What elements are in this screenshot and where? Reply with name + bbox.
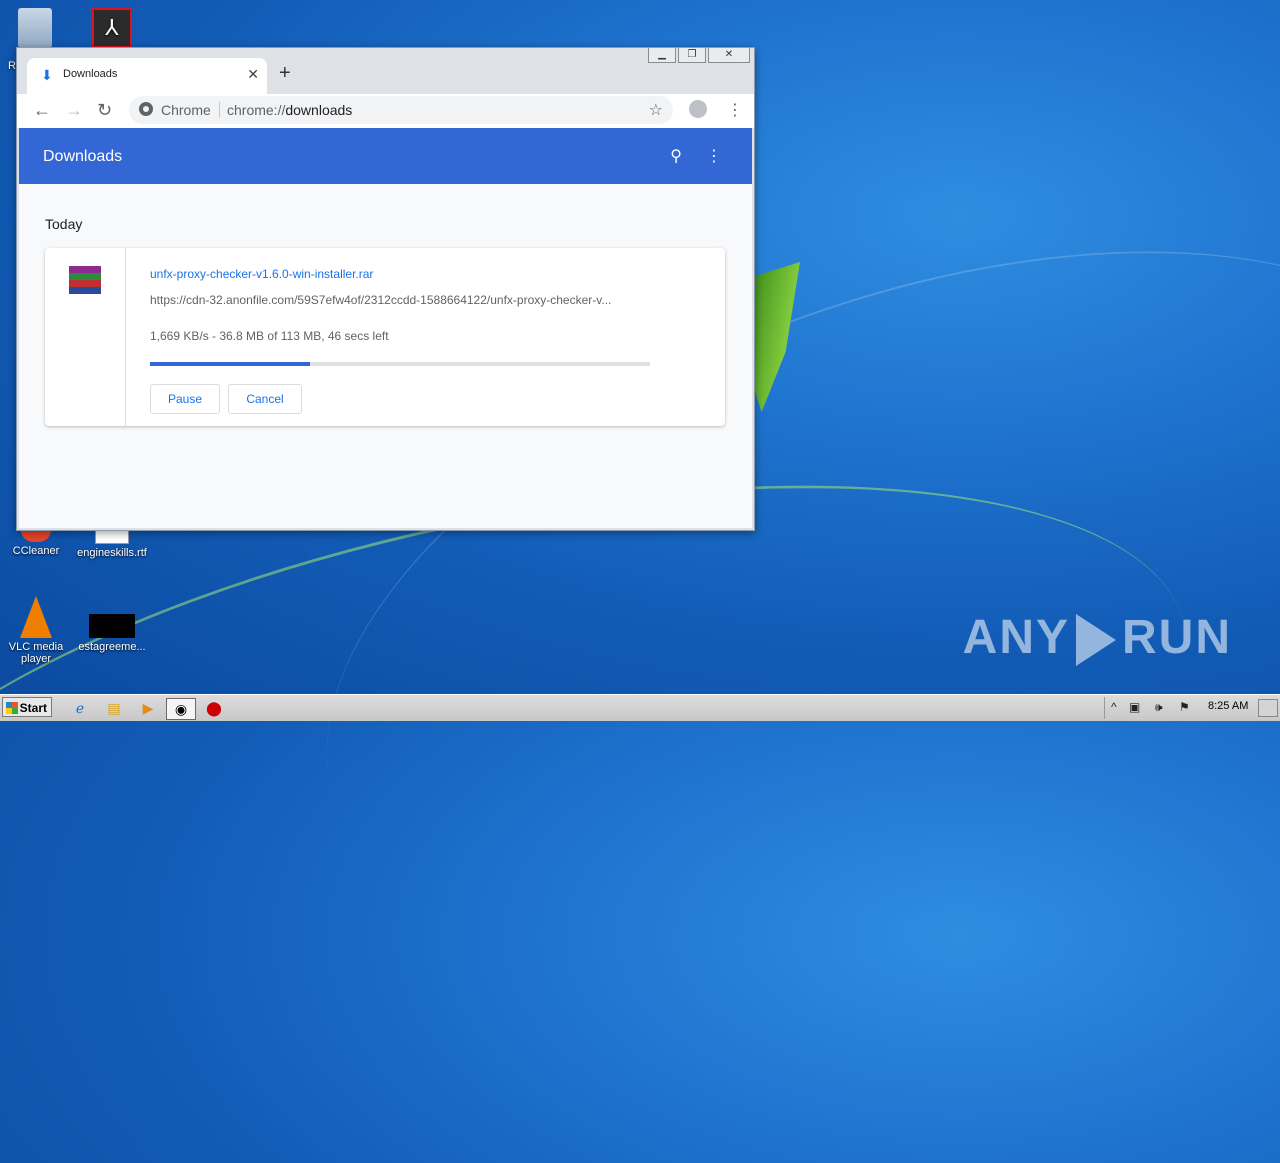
tab-downloads[interactable]: ⬇ Downloads ✕ [27,58,267,94]
media-player-icon[interactable]: ▶ [138,698,158,718]
download-source-url: https://cdn-32.anonfile.com/59S7efw4of/2… [150,293,612,307]
url-scheme: chrome:// [227,102,286,118]
file-thumbnail-icon [89,614,135,638]
vlc-cone-icon [20,596,52,638]
back-button[interactable]: ← [33,100,51,121]
chrome-site-icon [139,102,153,116]
download-icon: ⬇ [41,67,53,83]
flag-icon[interactable]: ⚑ [1179,700,1190,714]
desktop-icon-label: estagreeme... [78,641,146,653]
download-file-name-link[interactable]: unfx-proxy-checker-v1.6.0-win-installer.… [150,267,373,281]
bookmark-star-icon[interactable]: ☆ [649,100,663,120]
file-icon-column [45,248,126,426]
taskbar: Start ℯ ▤ ▶ ◉ ⬤ ^ ▣ 🕪 ⚑ 8:25 AM [0,694,1280,721]
start-button[interactable]: Start [2,697,52,717]
watermark-right-text: RUN [1122,611,1232,664]
clock[interactable]: 8:25 AM [1208,700,1248,712]
volume-icon[interactable]: 🕪 [1155,700,1163,715]
ccleaner-icon [21,530,51,542]
close-tab-icon[interactable]: ✕ [247,66,259,83]
acrobat-icon: ⅄ [92,8,132,48]
chrome-window: ▁ ❐ ✕ ⬇ Downloads ✕ + ← → ↻ Chrome chrom… [16,47,755,531]
desktop-icon-engineskills[interactable]: engineskills.rtf [72,530,152,559]
desktop-icon-label: VLC media player [8,641,64,665]
downloads-page: Downloads ⚲ ⋮ Today unfx-proxy-checker-v… [19,128,752,528]
url-text: chrome://downloads [227,102,352,118]
show-desktop-button[interactable] [1258,699,1278,717]
network-icon[interactable]: ▣ [1129,700,1140,714]
tab-title: Downloads [63,68,118,80]
chrome-taskbar-icon[interactable]: ◉ [166,698,196,720]
desktop-icon-label: engineskills.rtf [77,547,147,559]
site-label: Chrome [161,102,211,118]
more-options-icon[interactable]: ⋮ [706,146,722,166]
winrar-archive-icon [69,266,101,294]
pause-button[interactable]: Pause [150,384,220,414]
browser-toolbar: ← → ↻ Chrome chrome://downloads ☆ [17,94,754,128]
reload-button[interactable]: ↻ [97,100,112,121]
download-status-text: 1,669 KB/s - 36.8 MB of 113 MB, 46 secs … [150,329,389,343]
new-tab-button[interactable]: + [279,62,291,85]
forward-button[interactable]: → [65,100,83,121]
recycle-bin-icon [18,8,52,48]
chevron-up-icon[interactable]: ^ [1111,700,1117,714]
antivirus-icon[interactable]: ⬤ [204,698,224,718]
rtf-file-icon [95,530,129,544]
file-explorer-icon[interactable]: ▤ [104,698,124,718]
search-icon[interactable]: ⚲ [670,146,682,166]
download-progress-fill [150,362,310,366]
play-icon [1076,614,1116,667]
desktop-icon-acrobat[interactable]: ⅄ [90,8,134,51]
page-title: Downloads [43,148,123,165]
profile-avatar[interactable] [689,100,707,118]
divider [219,102,220,118]
address-bar[interactable]: Chrome chrome://downloads ☆ [129,96,673,124]
url-path: downloads [285,102,353,118]
desktop-icon-vlc[interactable]: VLC media player [0,596,72,665]
desktop-icon-ccleaner[interactable]: CCleaner [0,530,72,557]
desktop-icon-recycle-bin[interactable]: R [0,8,70,72]
internet-explorer-icon[interactable]: ℯ [70,698,90,718]
watermark-left-text: ANY [962,611,1070,664]
anyrun-watermark: ANY RUN [962,610,1232,667]
chrome-menu-icon[interactable]: ⋮ [727,100,743,120]
tab-strip: ⬇ Downloads ✕ + [17,48,754,96]
start-label: Start [19,701,47,715]
downloads-header: Downloads ⚲ ⋮ [19,128,752,184]
cancel-button[interactable]: Cancel [228,384,302,414]
desktop-icon-label: R [8,60,16,72]
desktop-icon-label: CCleaner [12,545,60,557]
download-progress-bar [150,362,650,366]
windows-flag-icon [6,702,18,714]
windows-logo-shape [752,262,800,412]
desktop-icon-estagreeme[interactable]: estagreeme... [72,614,152,653]
date-section-label: Today [45,216,83,232]
download-item-card: unfx-proxy-checker-v1.6.0-win-installer.… [45,248,725,426]
